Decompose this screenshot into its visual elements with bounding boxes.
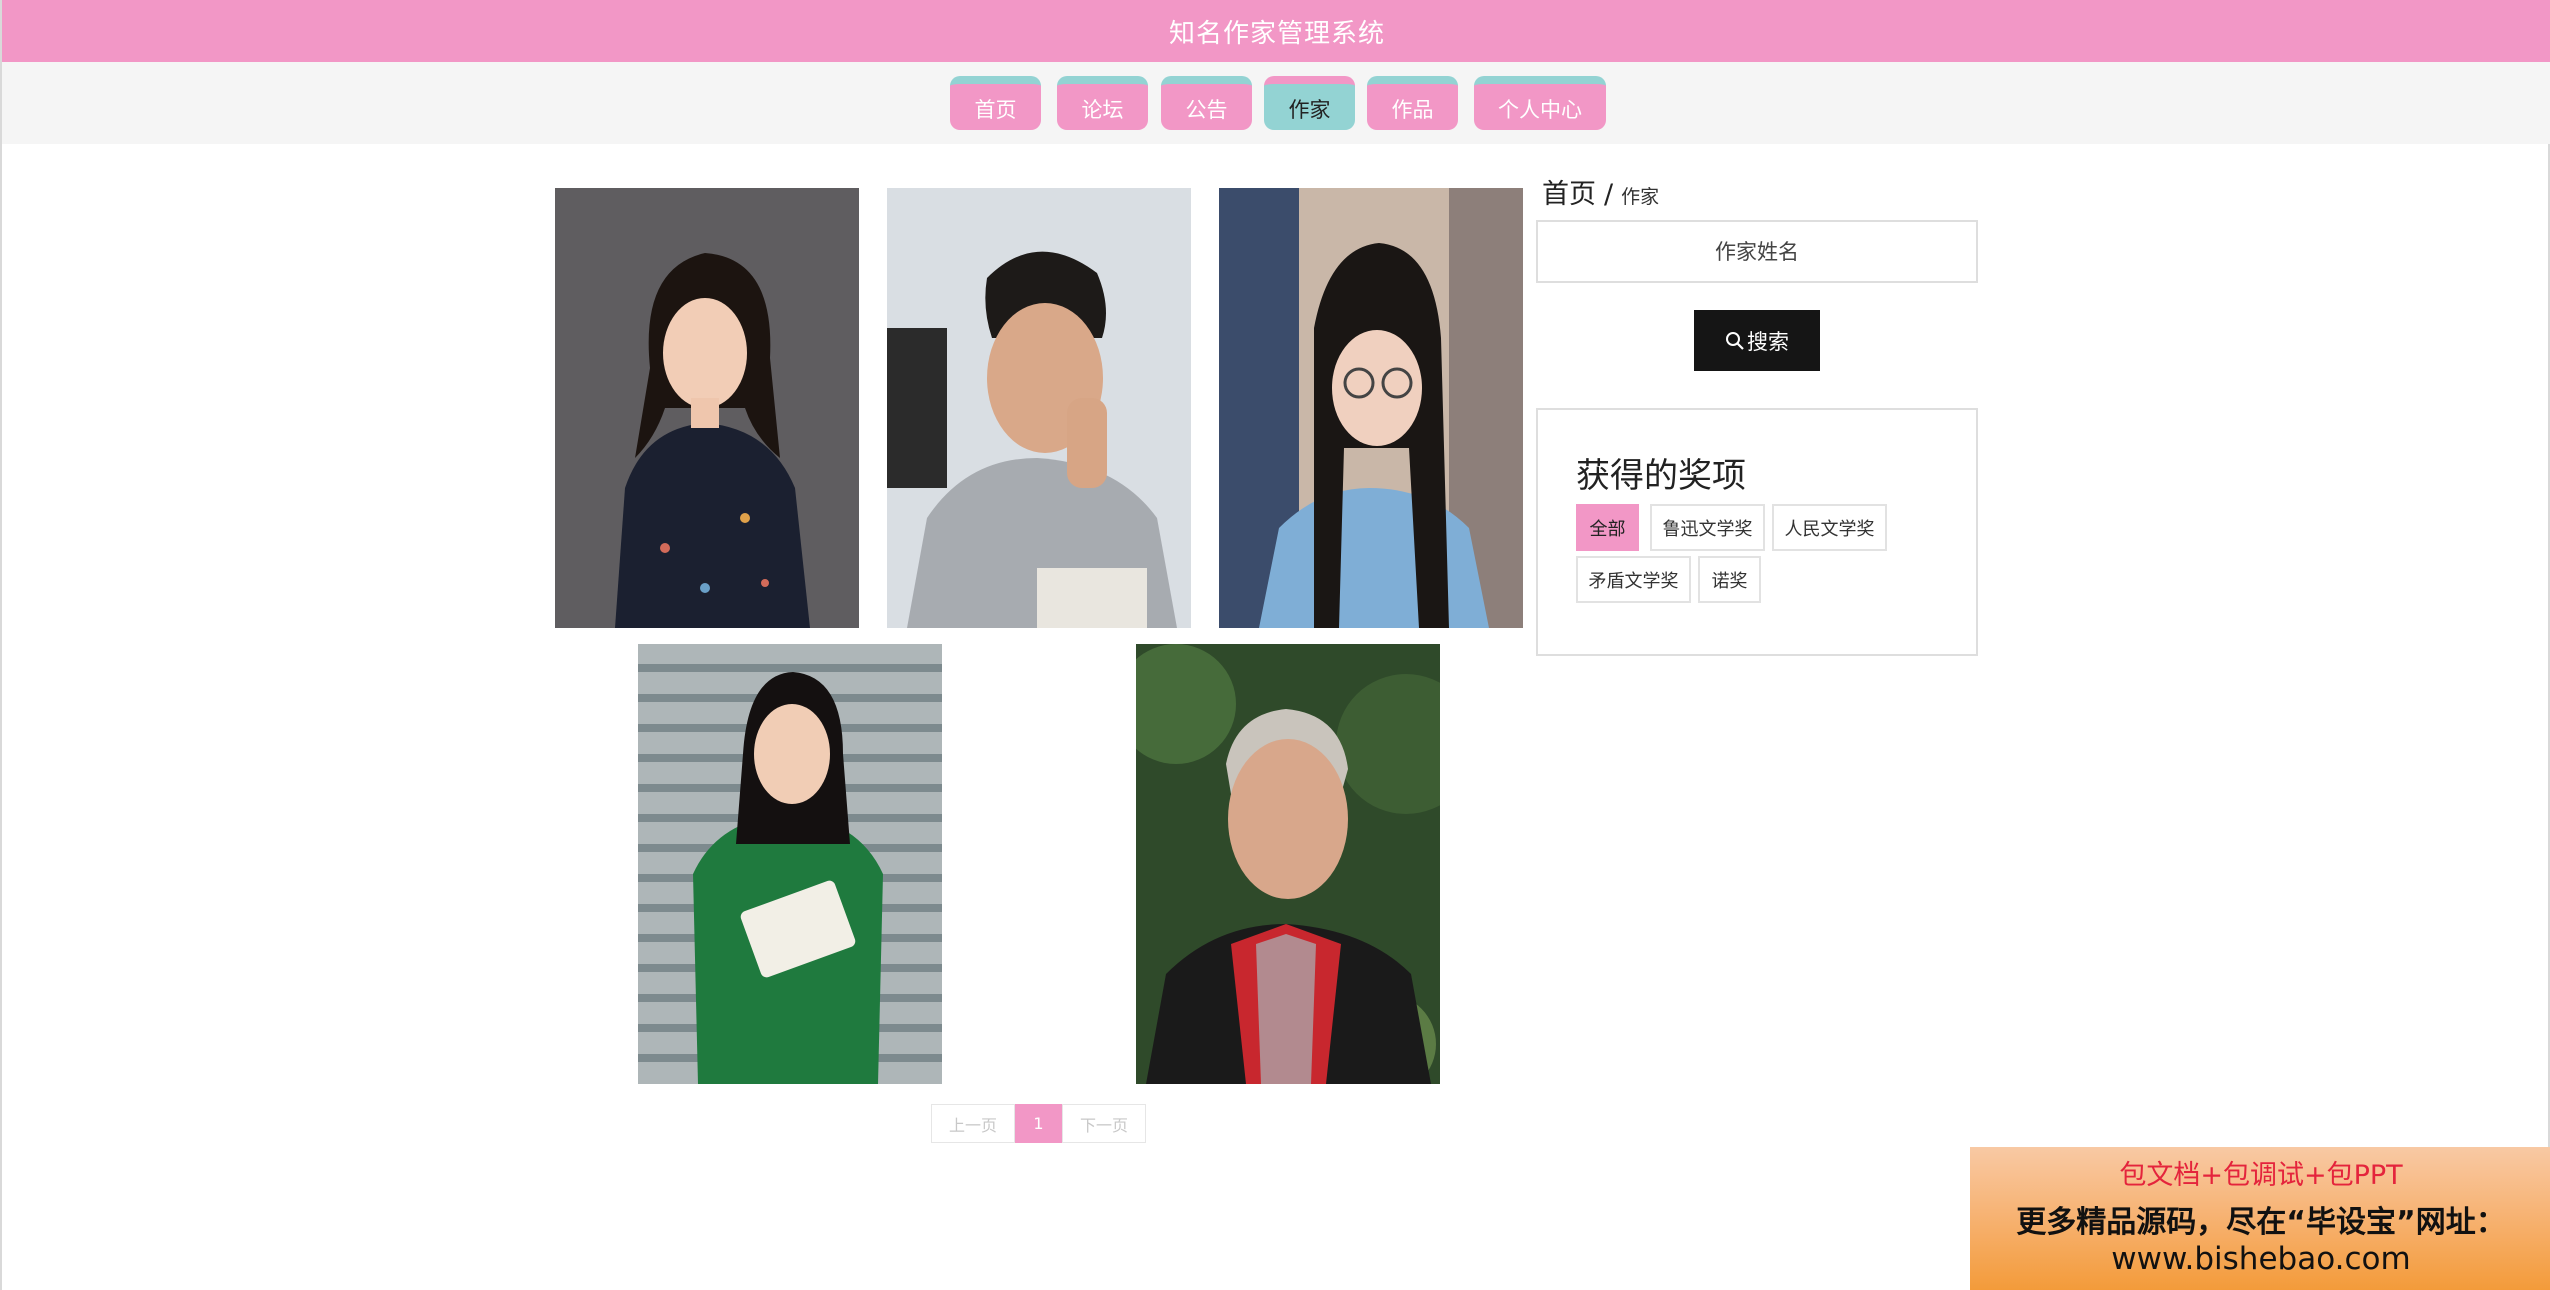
award-tag-maodun[interactable]: 矛盾文学奖	[1576, 556, 1691, 603]
promo-banner[interactable]: 包文档+包调试+包PPT 更多精品源码，尽在“毕设宝”网址： www.bishe…	[1970, 1147, 2550, 1290]
awards-title: 获得的奖项	[1576, 456, 1746, 496]
nav-item-writers[interactable]: 作家	[1264, 76, 1355, 130]
site-title: 知名作家管理系统	[1168, 18, 1385, 49]
nav-item-forum[interactable]: 论坛	[1057, 76, 1148, 130]
promo-line-2: 更多精品源码，尽在“毕设宝”网址：	[2016, 1205, 2506, 1240]
breadcrumb-current: 作家	[1621, 186, 1660, 208]
writer-photo-1[interactable]	[555, 188, 859, 628]
writer-portrait-image	[638, 644, 942, 1084]
award-tag-renmin[interactable]: 人民文学奖	[1772, 504, 1887, 551]
writer-portrait-image	[887, 188, 1191, 628]
writer-name-search-input[interactable]	[1536, 220, 1978, 283]
writer-photo-5[interactable]	[1136, 644, 1440, 1084]
pagination-page-current[interactable]: 1	[1015, 1104, 1062, 1143]
writer-portrait-image	[1219, 188, 1523, 628]
awards-filter-panel: 获得的奖项 全部 鲁迅文学奖 人民文学奖 矛盾文学奖 诺奖	[1536, 408, 1978, 656]
pagination-prev[interactable]: 上一页	[931, 1104, 1015, 1143]
writer-photo-3[interactable]	[1219, 188, 1523, 628]
nav-bar: 首页 论坛 公告 作家 作品 个人中心	[2, 62, 2550, 144]
search-button-label: 搜索	[1747, 329, 1789, 354]
nav-item-profile[interactable]: 个人中心	[1474, 76, 1606, 130]
search-icon	[1726, 331, 1744, 350]
writer-photo-4[interactable]	[638, 644, 942, 1084]
search-button[interactable]: 搜索	[1694, 310, 1820, 371]
promo-line-1: 包文档+包调试+包PPT	[2119, 1160, 2403, 1191]
writer-portrait-image	[555, 188, 859, 628]
award-tag-all[interactable]: 全部	[1576, 504, 1639, 551]
promo-url: www.bishebao.com	[2111, 1241, 2411, 1277]
writer-photo-2[interactable]	[887, 188, 1191, 628]
nav-item-notices[interactable]: 公告	[1161, 76, 1252, 130]
award-tag-nobel[interactable]: 诺奖	[1698, 556, 1761, 603]
site-header: 知名作家管理系统	[2, 0, 2550, 62]
breadcrumb-separator: /	[1604, 179, 1614, 210]
award-tag-luxun[interactable]: 鲁迅文学奖	[1650, 504, 1765, 551]
breadcrumb-home[interactable]: 首页	[1542, 179, 1596, 210]
writer-portrait-image	[1136, 644, 1440, 1084]
nav-item-works[interactable]: 作品	[1367, 76, 1458, 130]
nav-item-home[interactable]: 首页	[950, 76, 1041, 130]
pagination-next[interactable]: 下一页	[1062, 1104, 1146, 1143]
breadcrumb: 首页 / 作家	[1542, 172, 1659, 211]
